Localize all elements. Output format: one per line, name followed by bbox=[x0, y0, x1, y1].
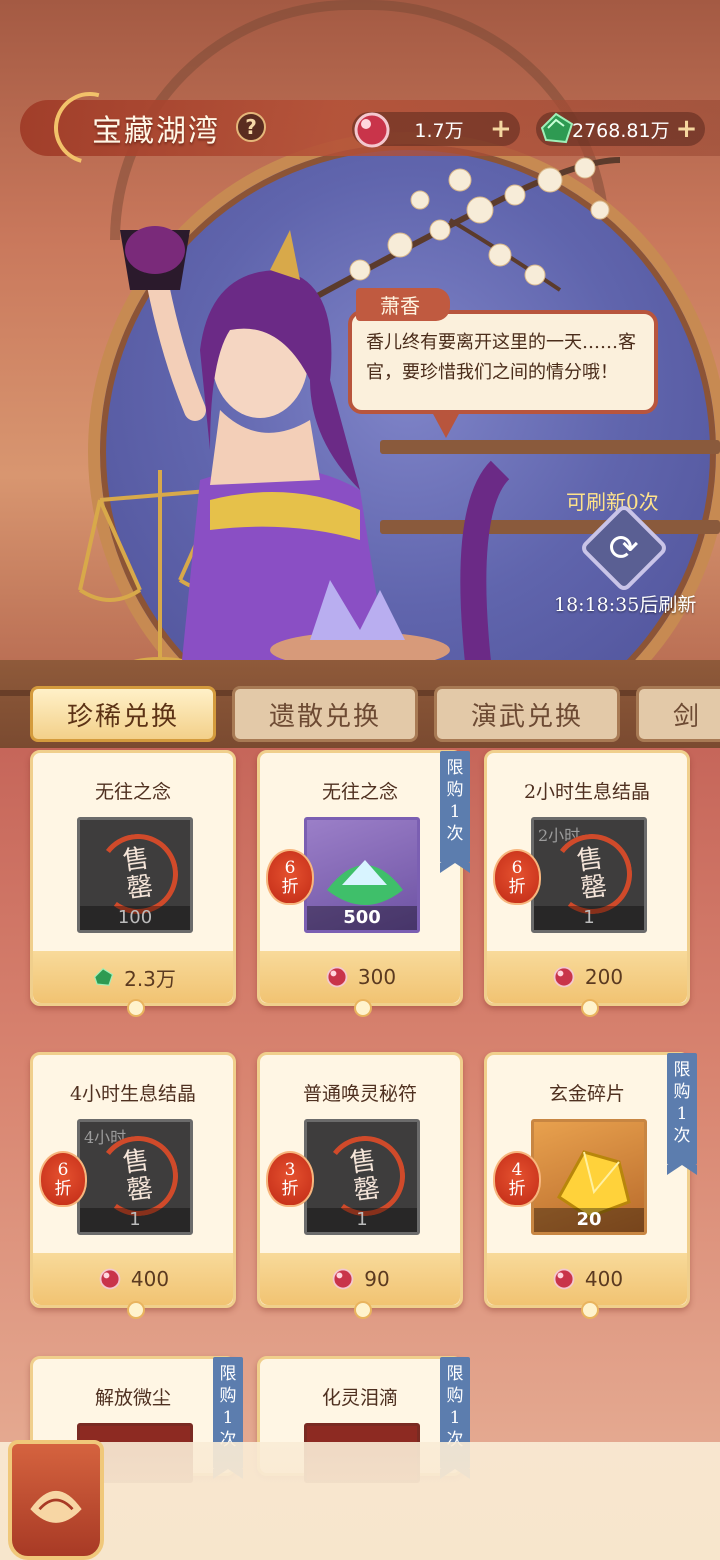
add-green-jade-button[interactable]: + bbox=[676, 116, 698, 142]
pink-orb-icon bbox=[354, 112, 390, 148]
green-jade-icon bbox=[540, 112, 574, 144]
item-price: 400 bbox=[130, 1267, 170, 1291]
card-ornament bbox=[127, 999, 145, 1017]
shop-item-card[interactable]: 无往之念 售罄 100 2.3万 bbox=[30, 750, 236, 1017]
item-name: 化灵泪滴 bbox=[321, 1387, 398, 1409]
currency-pink-orb: 1.7万 + bbox=[352, 112, 520, 148]
item-icon-box: 500 bbox=[304, 817, 420, 933]
refresh-count: 可刷新0次 bbox=[566, 490, 659, 514]
pink-orb-icon bbox=[332, 1268, 354, 1290]
item-icon-box: 售罄 100 bbox=[77, 817, 193, 933]
purchase-limit-tag: 限购1次 bbox=[667, 1053, 697, 1175]
refresh-timer: 18:18:35后刷新 bbox=[554, 594, 697, 616]
item-price: 200 bbox=[584, 965, 624, 989]
shop-item-card[interactable]: 4小时生息结晶 4小时 售罄 1 6折 400 bbox=[30, 1052, 236, 1319]
discount-badge: 4折 bbox=[493, 1151, 541, 1207]
item-price: 400 bbox=[584, 1267, 624, 1291]
card-ornament bbox=[354, 1301, 372, 1319]
pink-orb-icon bbox=[553, 1268, 575, 1290]
refresh-icon: ⟳ bbox=[608, 527, 640, 569]
item-quantity: 500 bbox=[307, 906, 417, 930]
item-name: 无往之念 bbox=[321, 781, 398, 803]
item-quantity: 1 bbox=[307, 1208, 417, 1232]
item-quantity: 1 bbox=[534, 906, 644, 930]
discount-badge: 6折 bbox=[266, 849, 314, 905]
npc-dialog-bubble: 香儿终有要离开这里的一天……客官，要珍惜我们之间的情分哦！ bbox=[348, 310, 658, 438]
price-bar: 2.3万 bbox=[33, 951, 233, 1003]
green-jade-icon bbox=[94, 967, 114, 986]
bottom-cloud-decoration bbox=[0, 1442, 720, 1560]
lantern-menu-button[interactable] bbox=[8, 1440, 104, 1560]
discount-badge: 6折 bbox=[39, 1151, 87, 1207]
discount-badge: 3折 bbox=[266, 1151, 314, 1207]
npc-character bbox=[78, 226, 510, 680]
add-pink-orb-button[interactable]: + bbox=[490, 116, 512, 142]
pink-orb-icon bbox=[326, 966, 348, 988]
item-price: 300 bbox=[357, 965, 397, 989]
item-price: 90 bbox=[364, 1267, 390, 1291]
shop-item-card[interactable]: 普通唤灵秘符 售罄 1 3折 90 bbox=[257, 1052, 463, 1319]
item-name: 2小时生息结晶 bbox=[523, 781, 651, 803]
purchase-limit-tag: 限购1次 bbox=[440, 751, 470, 873]
item-name: 普通唤灵秘符 bbox=[302, 1083, 417, 1105]
price-bar: 400 bbox=[33, 1253, 233, 1305]
tab-martial-exchange[interactable]: 演武兑换 bbox=[434, 686, 620, 742]
shop-item-card[interactable]: 无往之念 500 6折 限购1次 300 bbox=[257, 750, 470, 1017]
item-icon-box: 售罄 1 bbox=[304, 1119, 420, 1235]
currency-value: 1.7万 bbox=[414, 119, 464, 142]
price-bar: 90 bbox=[260, 1253, 460, 1305]
price-bar: 400 bbox=[487, 1253, 687, 1305]
pink-orb-icon bbox=[99, 1268, 121, 1290]
item-quantity: 1 bbox=[80, 1208, 190, 1232]
page-title: 宝藏湖湾 bbox=[92, 114, 220, 149]
npc-name-tag: 萧香 bbox=[356, 288, 450, 321]
discount-badge: 6折 bbox=[493, 849, 541, 905]
currency-green-jade: 2768.81万 + bbox=[536, 112, 706, 146]
item-name: 玄金碎片 bbox=[548, 1083, 625, 1105]
item-quantity: 20 bbox=[534, 1208, 644, 1232]
lantern-icon bbox=[30, 1490, 82, 1523]
tab-sword-exchange[interactable]: 剑 bbox=[636, 686, 720, 742]
item-icon-box: 4小时 售罄 1 bbox=[77, 1119, 193, 1235]
npc-dialog-text: 香儿终有要离开这里的一天……客官，要珍惜我们之间的情分哦！ bbox=[366, 332, 636, 383]
card-ornament bbox=[354, 999, 372, 1017]
help-button[interactable]: ? bbox=[236, 112, 266, 142]
card-ornament bbox=[581, 999, 599, 1017]
shop-item-card[interactable]: 玄金碎片 20 4折 限购1次 400 bbox=[484, 1052, 697, 1319]
price-bar: 200 bbox=[487, 951, 687, 1003]
item-icon-box: 2小时 售罄 1 bbox=[531, 817, 647, 933]
item-quantity: 100 bbox=[80, 906, 190, 930]
item-name: 解放微尘 bbox=[94, 1387, 171, 1409]
sold-out-text: 售罄 bbox=[575, 843, 609, 905]
card-ornament bbox=[581, 1301, 599, 1319]
sold-out-text: 售罄 bbox=[121, 1145, 155, 1207]
sold-out-text: 售罄 bbox=[348, 1145, 382, 1207]
tab-scattered-exchange[interactable]: 遗散兑换 bbox=[232, 686, 418, 742]
item-price: 2.3万 bbox=[124, 966, 176, 991]
item-name: 4小时生息结晶 bbox=[69, 1083, 197, 1105]
item-name: 无往之念 bbox=[94, 781, 171, 803]
price-bar: 300 bbox=[260, 951, 460, 1003]
currency-value: 2768.81万 bbox=[572, 119, 670, 142]
card-ornament bbox=[127, 1301, 145, 1319]
sold-out-text: 售罄 bbox=[121, 843, 155, 905]
tab-rare-exchange[interactable]: 珍稀兑换 bbox=[30, 686, 216, 742]
item-icon-box: 20 bbox=[531, 1119, 647, 1235]
shop-item-card[interactable]: 2小时生息结晶 2小时 售罄 1 6折 200 bbox=[484, 750, 690, 1017]
pink-orb-icon bbox=[553, 966, 575, 988]
